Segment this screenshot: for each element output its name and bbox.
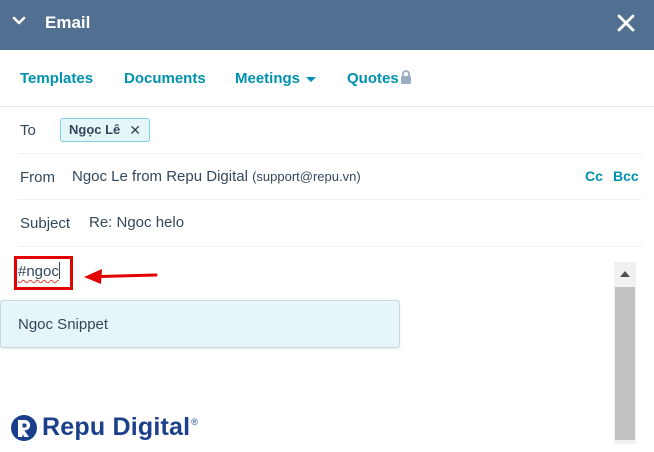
arrow-annotation-icon: [84, 269, 158, 284]
divider: [18, 153, 642, 154]
tab-quotes[interactable]: Quotes: [347, 70, 412, 87]
tab-meetings-label: Meetings: [235, 70, 301, 87]
tab-meetings[interactable]: Meetings: [235, 70, 317, 87]
signature-logo: Repu Digital ®: [10, 413, 198, 442]
recipient-name: Ngọc Lê: [69, 122, 121, 137]
remove-recipient-icon[interactable]: ✕: [129, 119, 141, 141]
repu-logo-icon: [11, 414, 37, 441]
chevron-down-icon[interactable]: [12, 14, 26, 28]
highlight-box: [14, 256, 73, 290]
caret-down-icon: [306, 76, 317, 82]
cc-link[interactable]: Cc: [585, 168, 603, 184]
tab-documents-label: Documents: [124, 70, 206, 87]
panel-title: Email: [45, 13, 91, 32]
from-select[interactable]: Ngoc Le from Repu Digital (support@repu.…: [72, 168, 361, 185]
scroll-up-arrow-icon[interactable]: [614, 262, 636, 284]
tab-documents[interactable]: Documents: [124, 70, 206, 87]
lock-icon: [400, 70, 411, 84]
registered-mark: ®: [191, 416, 198, 427]
email-header: Email: [0, 0, 654, 50]
from-email: (support@repu.vn): [252, 169, 361, 184]
tab-quotes-label: Quotes: [347, 70, 399, 87]
from-name: Ngoc Le from Repu Digital: [72, 168, 248, 185]
to-label: To: [20, 122, 36, 139]
snippet-suggestion-dropdown: Ngoc Snippet: [0, 300, 400, 348]
close-icon[interactable]: [615, 12, 637, 34]
tab-templates-label: Templates: [20, 70, 94, 87]
logo-text: Repu Digital: [42, 413, 191, 441]
subject-input[interactable]: Re: Ngoc helo: [89, 214, 184, 231]
from-label: From: [20, 169, 55, 186]
bcc-link[interactable]: Bcc: [613, 168, 639, 184]
recipient-chip[interactable]: Ngọc Lê ✕: [60, 118, 151, 142]
snippet-option[interactable]: Ngoc Snippet: [18, 316, 108, 333]
toolbar-tabs: Templates Documents Meetings Quotes: [0, 50, 654, 107]
subject-label: Subject: [20, 215, 71, 232]
scrollbar-thumb[interactable]: [615, 287, 635, 440]
divider: [18, 199, 642, 200]
tab-templates[interactable]: Templates: [20, 70, 93, 87]
divider: [18, 246, 642, 247]
